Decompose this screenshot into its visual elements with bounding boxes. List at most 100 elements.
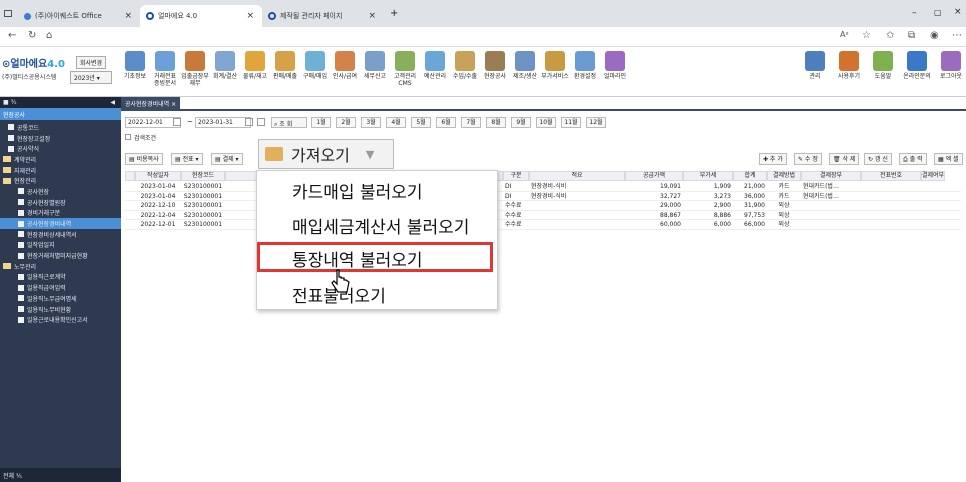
- refresh-icon[interactable]: ↻: [28, 30, 36, 41]
- favorite-icon[interactable]: ☆: [862, 30, 871, 41]
- sidebar-item[interactable]: 일용직노무급여명세: [0, 293, 121, 304]
- sidebar-item[interactable]: 계약관리: [0, 154, 121, 165]
- add-button[interactable]: ✚ 추 가: [759, 153, 787, 165]
- voucher-button[interactable]: ▤ 전표 ▾: [171, 153, 203, 165]
- month-button[interactable]: 7월: [461, 117, 481, 128]
- copy-cost-button[interactable]: ▤ 비용복사: [125, 153, 163, 165]
- menu-item-13[interactable]: 현장공사: [480, 51, 510, 80]
- close-tab-icon[interactable]: ×: [246, 11, 254, 21]
- payment-button[interactable]: ▤ 결제 ▾: [211, 153, 243, 165]
- sidebar-item[interactable]: 일용직급여입력: [0, 282, 121, 293]
- sidebar-item[interactable]: 공사현장경비내역: [0, 218, 121, 229]
- browser-tab-3[interactable]: 제작될 관리자 페이지 ×: [262, 5, 384, 27]
- menu-item-bank-statement[interactable]: 통장내역 불러오기: [292, 246, 423, 271]
- change-company-button[interactable]: 회사변경: [76, 56, 107, 69]
- menu-item-11[interactable]: 예산관리: [420, 51, 450, 80]
- delete-button[interactable]: 🗑 삭 제: [829, 153, 860, 165]
- column-header[interactable]: 결제여부: [921, 171, 946, 181]
- column-header[interactable]: 결제장부: [801, 171, 861, 181]
- column-header[interactable]: 부가세: [683, 171, 733, 181]
- right-menu-item-2[interactable]: 사용후기: [834, 51, 864, 80]
- search-condition[interactable]: 검색조건: [125, 133, 156, 142]
- sidebar-item[interactable]: 현장관리: [0, 175, 121, 186]
- browser-tab-2[interactable]: 얼마에요 4.0 ×: [140, 5, 262, 27]
- sidebar-item[interactable]: 공사현장별원장: [0, 197, 121, 208]
- menu-item-3[interactable]: 입출금장부 재무: [180, 51, 210, 87]
- search-button[interactable]: ⌕ 조 회: [271, 117, 307, 128]
- edit-button[interactable]: ✎ 수 정: [794, 153, 822, 165]
- menu-item-12[interactable]: 수입/수출: [450, 51, 480, 80]
- month-button[interactable]: 3월: [361, 117, 381, 128]
- calendar-icon[interactable]: [257, 118, 265, 126]
- menu-item-2[interactable]: 거래전표 증빙문서: [150, 51, 180, 87]
- sidebar-item[interactable]: 공사약식: [0, 143, 121, 154]
- sidebar-item[interactable]: 현장거래처별미지급현황: [0, 250, 121, 261]
- right-menu-item-5[interactable]: 로그아웃: [936, 51, 966, 80]
- excel-button[interactable]: ▦ 엑 셀: [934, 153, 963, 165]
- year-select[interactable]: 2023년 ▾: [70, 71, 112, 84]
- sidebar-item[interactable]: 일용직노무비현황: [0, 304, 121, 315]
- menu-item-1[interactable]: 기초정보: [120, 51, 150, 80]
- column-header[interactable]: 결제방법: [767, 171, 801, 181]
- right-menu-item-1[interactable]: 관리: [800, 51, 830, 80]
- browser-tab-1[interactable]: (주)아이퀘스트 Office ×: [18, 5, 140, 27]
- menu-item-17[interactable]: 얼마라인: [600, 51, 630, 80]
- back-icon[interactable]: ←: [8, 30, 16, 41]
- menu-item-5[interactable]: 물류/재고: [240, 51, 270, 80]
- month-button[interactable]: 8월: [486, 117, 506, 128]
- profile-icon[interactable]: ◉: [930, 30, 939, 41]
- home-icon[interactable]: ⌂: [46, 30, 52, 41]
- month-button[interactable]: 2월: [336, 117, 356, 128]
- month-button[interactable]: 9월: [511, 117, 531, 128]
- month-button[interactable]: 10월: [536, 117, 556, 128]
- month-button[interactable]: 1월: [311, 117, 331, 128]
- calendar-icon[interactable]: [245, 118, 253, 126]
- menu-item-4[interactable]: 회계/결산: [210, 51, 240, 80]
- close-tab-icon[interactable]: ×: [124, 11, 132, 21]
- calendar-icon[interactable]: [173, 118, 181, 126]
- column-header[interactable]: 작성일자: [135, 171, 181, 181]
- right-menu-item-3[interactable]: 도움말: [868, 51, 898, 80]
- sidebar-item[interactable]: 지재관리: [0, 165, 121, 176]
- right-menu-item-4[interactable]: 온라인문의: [902, 51, 932, 80]
- sidebar-item[interactable]: 현장경비상세내역서: [0, 229, 121, 240]
- column-header[interactable]: 구분: [503, 171, 529, 181]
- date-to-input[interactable]: 2023-01-31: [195, 117, 251, 128]
- page-tab[interactable]: 공사현장경비내역 ×: [121, 97, 181, 109]
- import-dropdown-button[interactable]: 가져오기 ▼: [258, 139, 394, 169]
- month-button[interactable]: 6월: [436, 117, 456, 128]
- sidebar-item[interactable]: 공통코드: [0, 122, 121, 133]
- menu-item-15[interactable]: 부가서비스: [540, 51, 570, 80]
- sidebar-item[interactable]: 공사현장: [0, 186, 121, 197]
- read-aloud-icon[interactable]: Aᵃ: [840, 30, 849, 39]
- column-header[interactable]: 공급가액: [625, 171, 683, 181]
- collapse-icon[interactable]: ◀: [110, 99, 115, 106]
- sidebar-item[interactable]: 일작업일지: [0, 240, 121, 251]
- menu-item-7[interactable]: 구매/매입: [300, 51, 330, 80]
- refresh-button[interactable]: ↻ 갱 신: [864, 153, 892, 165]
- new-tab-button[interactable]: +: [390, 8, 398, 19]
- print-button[interactable]: ⎙ 출 력: [899, 153, 927, 165]
- column-header[interactable]: 현장코드: [181, 171, 225, 181]
- favorites-bar-icon[interactable]: ✩: [886, 30, 894, 41]
- month-button[interactable]: 12월: [586, 117, 606, 128]
- month-button[interactable]: 4월: [386, 117, 406, 128]
- menu-item-9[interactable]: 세무신고: [360, 51, 390, 80]
- close-tab-icon[interactable]: ×: [368, 11, 376, 21]
- collections-icon[interactable]: ⧉: [908, 30, 915, 41]
- select-all-checkbox[interactable]: [125, 171, 135, 181]
- menu-item-16[interactable]: 환경설정: [570, 51, 600, 80]
- menu-item-6[interactable]: 판매/매출: [270, 51, 300, 80]
- menu-item-10[interactable]: 고객관리 CMS: [390, 51, 420, 87]
- window-menu-icon[interactable]: [4, 10, 12, 17]
- month-button[interactable]: 5월: [411, 117, 431, 128]
- sidebar-item[interactable]: 일용직근로계약: [0, 272, 121, 283]
- month-button[interactable]: 11월: [561, 117, 581, 128]
- minimize-icon[interactable]: –: [912, 8, 917, 18]
- menu-item-tax-invoice[interactable]: 매입세금계산서 불러오기: [292, 213, 469, 238]
- close-window-icon[interactable]: ×: [954, 7, 962, 17]
- menu-item-8[interactable]: 인사/급여: [330, 51, 360, 80]
- menu-item-card-purchase[interactable]: 카드매입 불러오기: [292, 178, 423, 203]
- menu-item-14[interactable]: 제조/생산: [510, 51, 540, 80]
- column-header[interactable]: 합계: [733, 171, 767, 181]
